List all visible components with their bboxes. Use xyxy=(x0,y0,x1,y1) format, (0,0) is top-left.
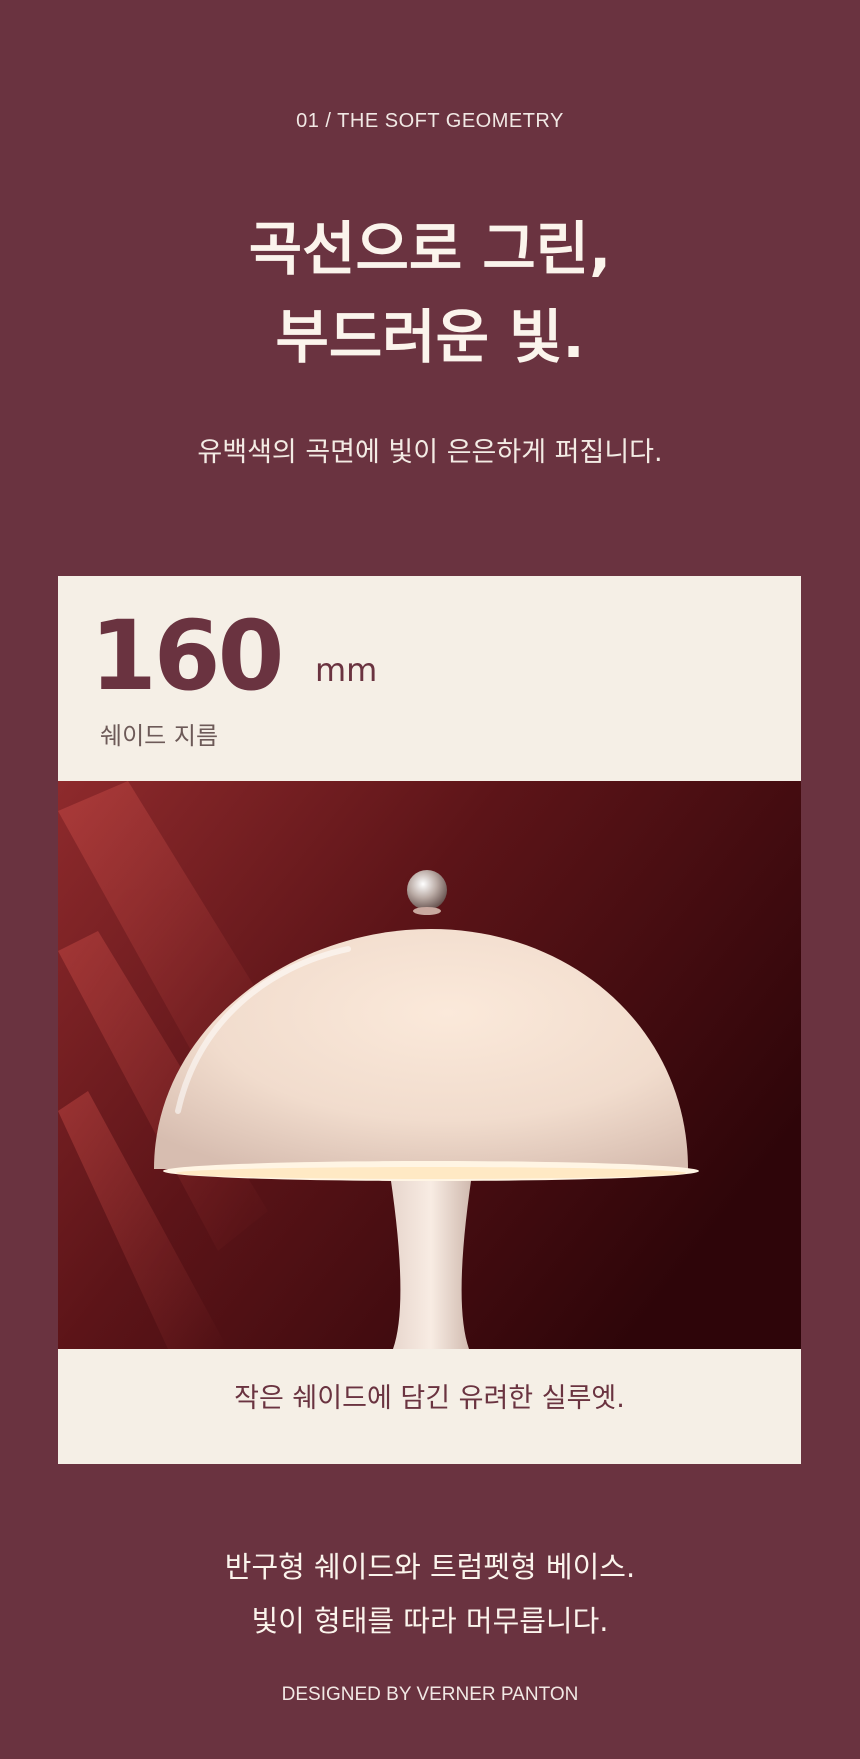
shade-diameter-label: 쉐이드 지름 xyxy=(100,722,219,750)
designer-credit: DESIGNED BY VERNER PANTON xyxy=(281,1684,579,1705)
shade-diameter-unit: mm xyxy=(315,651,378,689)
closing-line-2: 빛이 형태를 따라 머무릅니다. xyxy=(251,1604,609,1638)
headline-line-2: 부드러운 빛. xyxy=(275,303,585,371)
shade-diameter-value: 160 xyxy=(90,600,284,712)
card-caption: 작은 쉐이드에 담긴 유려한 실루엣. xyxy=(234,1383,625,1414)
subline: 유백색의 곡면에 빛이 은은하게 퍼집니다. xyxy=(197,437,663,468)
lamp-photo xyxy=(58,781,801,1349)
closing-line-1: 반구형 쉐이드와 트럼펫형 베이스. xyxy=(224,1550,636,1584)
section-eyebrow: 01 / THE SOFT GEOMETRY xyxy=(296,110,564,132)
spec-card: 160 mm 쉐이드 지름 작은 쉐이드에 담긴 유려한 실루엣. xyxy=(58,576,801,1464)
headline: 곡선으로 그린, 부드러운 빛. xyxy=(0,205,860,381)
closing-text: 반구형 쉐이드와 트럼펫형 베이스. 빛이 형태를 따라 머무릅니다. xyxy=(0,1540,860,1648)
headline-line-1: 곡선으로 그린, xyxy=(248,215,612,283)
